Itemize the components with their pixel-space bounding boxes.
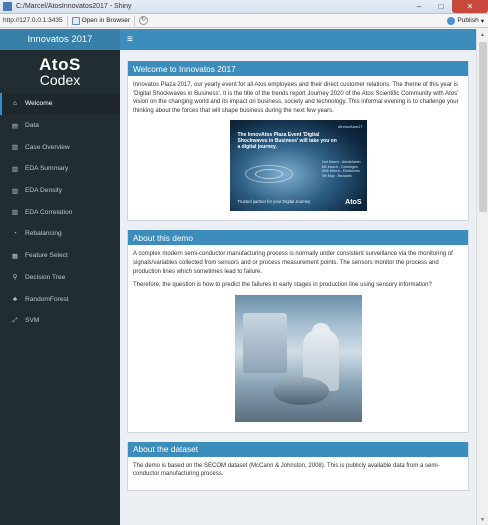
sidebar-item-label: SVM <box>25 317 40 325</box>
vertical-scrollbar[interactable]: ▲ ▼ <box>476 29 488 525</box>
about-demo-paragraph-1: A complex modern semi-conductor manufact… <box>133 251 453 275</box>
open-in-browser-label: Open in Browser <box>81 17 131 24</box>
sidebar-item-randomforest[interactable]: ♣ RandomForest <box>0 288 120 310</box>
scroll-down-icon[interactable]: ▼ <box>477 514 488 525</box>
tree-icon: ⚲ <box>12 274 18 282</box>
about-dataset-text: The demo is based on the SECOM dataset (… <box>133 462 440 478</box>
photo-machine <box>242 312 287 373</box>
sidebar-item-label: Case Overview <box>25 143 70 151</box>
toolbar-divider <box>66 15 68 26</box>
semiconductor-factory-photo <box>234 294 362 422</box>
sidebar-toggle-icon[interactable]: ≡ <box>127 34 133 45</box>
about-dataset-body: The demo is based on the SECOM dataset (… <box>128 457 468 490</box>
about-demo-title: About this demo <box>128 230 468 246</box>
sidebar-item-decision-tree[interactable]: ⚲ Decision Tree <box>0 267 120 289</box>
about-demo-body: A complex modern semi-conductor manufact… <box>128 245 468 431</box>
sidebar-item-data[interactable]: ▤ Data <box>0 115 120 137</box>
window-controls: – □ ✕ <box>408 0 488 13</box>
chart-icon: ▥ <box>11 144 19 152</box>
filter-icon: ▦ <box>11 252 19 260</box>
about-demo-box: About this demo A complex modern semi-co… <box>127 230 469 433</box>
promo-tagline: Trusted partner for your Digital Journey <box>237 198 311 204</box>
sidebar-item-label: Feature Select <box>25 252 68 260</box>
sidebar-item-label: Rebalancing <box>25 230 62 238</box>
bar-chart-icon: ▥ <box>11 165 19 173</box>
promo-atos-logo: AtoS <box>345 198 362 206</box>
sidebar-item-label: EDA Summary <box>25 165 69 173</box>
viewer-toolbar: http://127.0.0.1:3435 Open in Browser ↻ … <box>0 14 488 28</box>
sidebar-item-feature-select[interactable]: ▦ Feature Select <box>0 245 120 267</box>
sidebar-item-case-overview[interactable]: ▥ Case Overview <box>0 136 120 158</box>
app-icon <box>3 2 12 11</box>
main-content: Welcome to Innovatos 2017 Innovatos Plaz… <box>120 50 476 525</box>
sidebar-item-label: EDA Correlation <box>25 208 73 216</box>
promo-hashtag: #innovAtos17 <box>338 124 363 130</box>
innovatos-promo-image: #innovAtos17 The InnovAtos Plaza Event '… <box>229 120 367 212</box>
promo-dates: 2nd March - Amstelveen 6th March - Groni… <box>321 160 361 178</box>
scrollbar-thumb[interactable] <box>479 42 487 212</box>
app-title[interactable]: Innovatos 2017 <box>0 29 120 50</box>
top-navbar: ≡ <box>120 29 476 50</box>
sidebar-item-label: Welcome <box>25 100 53 108</box>
sidebar-item-eda-summary[interactable]: ▥ EDA Summary <box>0 158 120 180</box>
url-label: http://127.0.0.1:3435 <box>3 17 63 24</box>
sidebar-item-welcome[interactable]: ⌂ Welcome <box>0 93 120 115</box>
sidebar-item-svm[interactable]: ⤢ SVM <box>0 310 120 332</box>
expand-icon: ⤢ <box>12 316 18 324</box>
photo-wafer <box>272 376 329 405</box>
publish-button[interactable]: Publish ▾ <box>447 16 484 25</box>
close-button[interactable]: ✕ <box>452 0 488 13</box>
database-icon: ▤ <box>11 122 19 130</box>
publish-icon <box>447 16 456 25</box>
sidebar-item-eda-correlation[interactable]: ▥ EDA Correlation <box>0 201 120 223</box>
welcome-text: Innovatos Plaza 2017, our yearly event f… <box>133 82 459 114</box>
window-title: C:/Marcel/AtosInnovatos2017 - Shiny <box>16 3 132 10</box>
browser-icon <box>71 16 80 25</box>
window-titlebar: C:/Marcel/AtosInnovatos2017 - Shiny – □ … <box>0 0 488 14</box>
sidebar-item-label: Decision Tree <box>25 273 66 281</box>
sidebar-item-label: EDA Density <box>25 187 63 195</box>
maximize-button[interactable]: □ <box>430 0 452 13</box>
forest-icon: ♣ <box>12 295 18 303</box>
logo-line-2: Codex <box>39 71 81 88</box>
sidebar-item-eda-density[interactable]: ▥ EDA Density <box>0 180 120 202</box>
welcome-box: Welcome to Innovatos 2017 Innovatos Plaz… <box>127 61 469 222</box>
about-dataset-box: About the dataset The demo is based on t… <box>127 441 469 491</box>
bar-chart-icon: ▥ <box>11 209 19 217</box>
about-demo-paragraph-2: Therefore, the question is how to predic… <box>133 282 432 289</box>
sidebar: AtoS Codex ⌂ Welcome ▤ Data ▥ Case Overv… <box>0 50 120 525</box>
toolbar-divider <box>134 15 136 26</box>
home-icon: ⌂ <box>13 100 17 108</box>
shiny-app: Innovatos 2017 ≡ AtoS Codex ⌂ Welcome ▤ … <box>0 29 476 525</box>
pie-chart-icon: ◔ <box>13 230 17 238</box>
refresh-icon[interactable]: ↻ <box>139 16 149 25</box>
welcome-box-body: Innovatos Plaza 2017, our yearly event f… <box>128 76 468 220</box>
minimize-button[interactable]: – <box>408 0 430 13</box>
atos-codex-logo: AtoS Codex <box>0 50 120 93</box>
scroll-up-icon[interactable]: ▲ <box>477 29 488 40</box>
bar-chart-icon: ▥ <box>11 187 19 195</box>
promo-headline: The InnovAtos Plaza Event 'Digital Shock… <box>237 132 337 150</box>
sidebar-item-label: RandomForest <box>25 295 69 303</box>
chevron-down-icon: ▾ <box>480 17 484 25</box>
about-dataset-title: About the dataset <box>128 441 468 457</box>
sidebar-menu: ⌂ Welcome ▤ Data ▥ Case Overview ▥ EDA S… <box>0 93 120 332</box>
welcome-box-title: Welcome to Innovatos 2017 <box>128 61 468 76</box>
publish-label: Publish <box>457 17 479 24</box>
logo-line-1: AtoS <box>39 54 81 74</box>
open-in-browser-button[interactable]: Open in Browser <box>71 16 131 25</box>
sidebar-item-label: Data <box>25 122 39 130</box>
sidebar-item-rebalancing[interactable]: ◔ Rebalancing <box>0 223 120 245</box>
